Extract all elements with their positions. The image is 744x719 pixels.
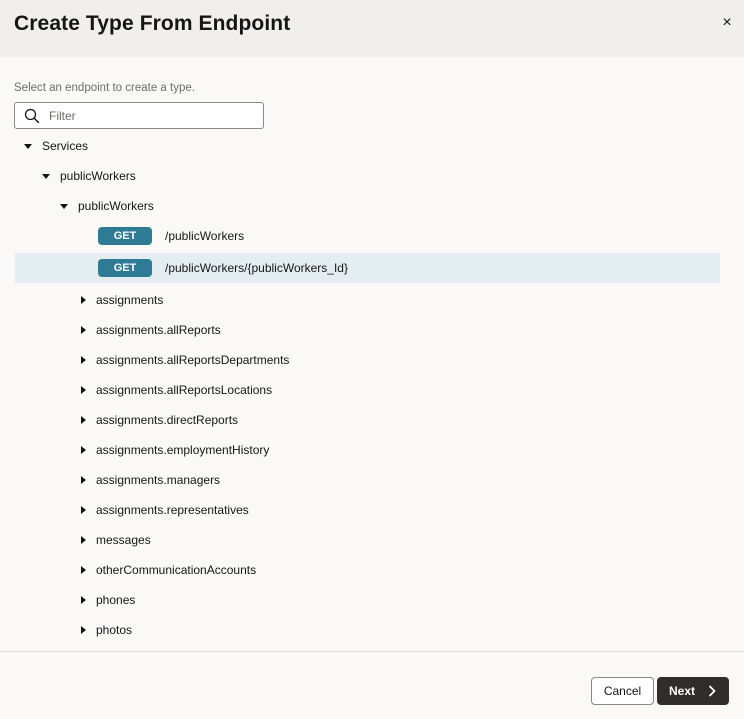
- endpoint-path: /publicWorkers: [165, 229, 245, 243]
- tree-node-label: assignments.allReportsDepartments: [96, 353, 290, 367]
- dialog-header: Create Type From Endpoint ×: [0, 0, 744, 57]
- tree-node-label: assignments: [96, 293, 164, 307]
- caret-right-icon[interactable]: [78, 295, 88, 305]
- tree-node-label: assignments.directReports: [96, 413, 239, 427]
- tree-node-label: assignments.managers: [96, 473, 221, 487]
- tree-node-label: assignments.representatives: [96, 503, 249, 517]
- caret-right-icon[interactable]: [78, 535, 88, 545]
- caret-down-icon[interactable]: [59, 201, 69, 211]
- tree-node-label: phones: [96, 593, 136, 607]
- tree-node-label: publicWorkers: [60, 169, 136, 183]
- next-button[interactable]: Next: [657, 677, 729, 705]
- tree-node-child[interactable]: assignments.allReportsLocations: [15, 375, 720, 405]
- tree-node-child[interactable]: assignments.managers: [15, 465, 720, 495]
- tree-node-child[interactable]: assignments.directReports: [15, 405, 720, 435]
- caret-right-icon[interactable]: [78, 595, 88, 605]
- tree-node-label: assignments.allReportsLocations: [96, 383, 273, 397]
- tree-node-child[interactable]: phones: [15, 585, 720, 615]
- tree-node-label: otherCommunicationAccounts: [96, 563, 257, 577]
- tree-node-child[interactable]: photos: [15, 615, 720, 645]
- tree-node-services[interactable]: Services: [15, 131, 720, 161]
- endpoint-path: /publicWorkers/{publicWorkers_Id}: [165, 261, 348, 275]
- caret-right-icon[interactable]: [78, 625, 88, 635]
- tree-node-label: photos: [96, 623, 133, 637]
- tree-node-service[interactable]: publicWorkers: [15, 161, 720, 191]
- tree-node-child[interactable]: assignments: [15, 285, 720, 315]
- tree-node-child[interactable]: assignments.employmentHistory: [15, 435, 720, 465]
- filter-field[interactable]: [14, 102, 264, 129]
- dialog-title: Create Type From Endpoint: [14, 12, 291, 35]
- caret-right-icon[interactable]: [78, 325, 88, 335]
- caret-right-icon[interactable]: [78, 355, 88, 365]
- method-badge: GET: [98, 259, 152, 277]
- search-icon: [24, 108, 40, 124]
- tree-node-label: publicWorkers: [78, 199, 154, 213]
- caret-right-icon[interactable]: [78, 415, 88, 425]
- endpoint-row-selected[interactable]: GET /publicWorkers/{publicWorkers_Id}: [15, 253, 720, 283]
- cancel-button[interactable]: Cancel: [591, 677, 654, 705]
- tree-node-label: assignments.employmentHistory: [96, 443, 270, 457]
- tree-node-child[interactable]: assignments.representatives: [15, 495, 720, 525]
- tree-node-label: messages: [96, 533, 151, 547]
- footer-divider: [0, 651, 744, 652]
- caret-right-icon[interactable]: [78, 505, 88, 515]
- create-type-dialog: Create Type From Endpoint × Select an en…: [0, 0, 744, 719]
- caret-right-icon[interactable]: [78, 445, 88, 455]
- caret-down-icon[interactable]: [41, 171, 51, 181]
- tree-node-child[interactable]: assignments.allReportsDepartments: [15, 345, 720, 375]
- caret-right-icon[interactable]: [78, 565, 88, 575]
- next-button-label: Next: [669, 684, 696, 698]
- filter-input[interactable]: [49, 106, 254, 125]
- caret-down-icon[interactable]: [23, 141, 33, 151]
- tree-node-child[interactable]: messages: [15, 525, 720, 555]
- endpoint-row[interactable]: GET /publicWorkers: [15, 221, 720, 251]
- instructions-text: Select an endpoint to create a type.: [14, 82, 195, 94]
- caret-right-icon[interactable]: [78, 385, 88, 395]
- close-icon[interactable]: ×: [720, 14, 734, 32]
- tree-node-child[interactable]: otherCommunicationAccounts: [15, 555, 720, 585]
- chevron-right-icon: [709, 685, 716, 697]
- tree-node-label: assignments.allReports: [96, 323, 221, 337]
- caret-right-icon[interactable]: [78, 475, 88, 485]
- tree-node-child[interactable]: assignments.allReports: [15, 315, 720, 345]
- tree-node-label: Services: [42, 139, 89, 153]
- tree-node-resource[interactable]: publicWorkers: [15, 191, 720, 221]
- method-badge: GET: [98, 227, 152, 245]
